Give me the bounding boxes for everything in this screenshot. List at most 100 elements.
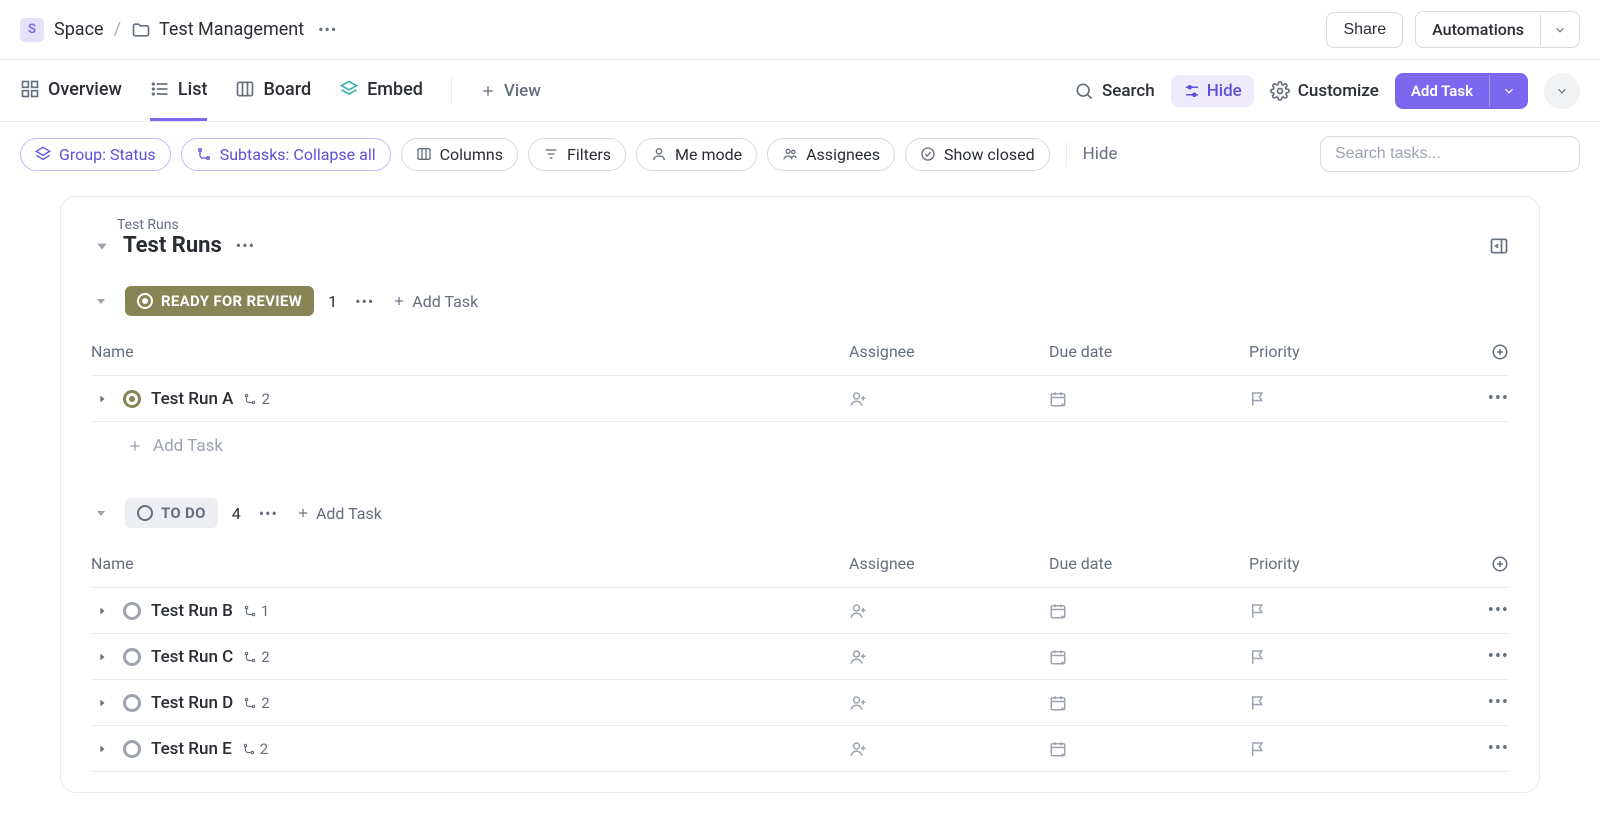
assignee-cell[interactable] — [849, 602, 1049, 620]
task-name[interactable]: Test Run C — [151, 647, 233, 667]
subtask-badge[interactable]: 2 — [243, 390, 269, 408]
tab-board[interactable]: Board — [235, 60, 311, 121]
priority-cell[interactable] — [1249, 602, 1449, 620]
task-row-menu[interactable]: ••• — [1449, 388, 1509, 409]
task-name[interactable]: Test Run D — [151, 693, 233, 713]
task-row-menu[interactable]: ••• — [1449, 646, 1509, 667]
more-actions-button[interactable] — [1544, 73, 1580, 109]
task-expand-toggle[interactable] — [91, 394, 113, 404]
task-row-menu[interactable]: ••• — [1449, 692, 1509, 713]
chevron-down-icon[interactable] — [1489, 75, 1528, 107]
due-date-cell[interactable] — [1049, 390, 1249, 408]
add-column-button[interactable] — [1449, 555, 1509, 573]
column-assignee[interactable]: Assignee — [849, 554, 1049, 573]
assignee-cell[interactable] — [849, 390, 1049, 408]
task-status-dot[interactable] — [123, 740, 141, 758]
chip-group-status-label: Group: Status — [59, 145, 156, 164]
tab-embed[interactable]: Embed — [339, 60, 423, 121]
task-search[interactable] — [1320, 136, 1580, 172]
hide-link[interactable]: Hide — [1083, 144, 1118, 164]
breadcrumb-folder[interactable]: Test Management — [131, 19, 304, 40]
task-search-input[interactable] — [1335, 145, 1565, 163]
group-add-task[interactable]: Add Task — [296, 504, 382, 523]
automations-button[interactable]: Automations — [1415, 11, 1580, 48]
task-expand-toggle[interactable] — [91, 698, 113, 708]
task-expand-toggle[interactable] — [91, 606, 113, 616]
share-button[interactable]: Share — [1326, 12, 1403, 48]
priority-cell[interactable] — [1249, 390, 1449, 408]
task-name[interactable]: Test Run B — [151, 601, 233, 621]
column-name[interactable]: Name — [91, 342, 849, 361]
due-date-cell[interactable] — [1049, 694, 1249, 712]
due-date-cell[interactable] — [1049, 648, 1249, 666]
chip-subtasks[interactable]: Subtasks: Collapse all — [181, 138, 391, 171]
group-collapse-toggle[interactable] — [91, 503, 111, 523]
status-pill[interactable]: TO DO — [125, 498, 218, 528]
group-add-task[interactable]: Add Task — [392, 292, 478, 311]
list-collapse-toggle[interactable] — [91, 235, 113, 257]
task-row: Test Run A 2 ••• — [91, 376, 1509, 422]
columns-icon — [416, 146, 432, 162]
customize-button[interactable]: Customize — [1270, 81, 1379, 101]
person-icon — [651, 146, 667, 162]
column-name[interactable]: Name — [91, 554, 849, 573]
group-more-icon[interactable]: ••• — [255, 504, 282, 523]
task-name[interactable]: Test Run E — [151, 739, 232, 759]
subtask-badge[interactable]: 2 — [242, 740, 268, 758]
task-status-dot[interactable] — [123, 694, 141, 712]
add-task-button-label: Add Task — [1395, 73, 1489, 109]
space-badge[interactable]: S — [20, 18, 44, 42]
group-header: READY FOR REVIEW 1 ••• Add Task — [91, 286, 1509, 316]
list-title[interactable]: Test Runs — [123, 233, 222, 258]
add-task-button[interactable]: Add Task — [1395, 73, 1528, 109]
filter-separator — [1066, 142, 1067, 166]
breadcrumb-more-icon[interactable]: ••• — [314, 20, 341, 39]
chevron-down-icon[interactable] — [1540, 15, 1579, 45]
list-more-icon[interactable]: ••• — [232, 236, 259, 255]
column-assignee[interactable]: Assignee — [849, 342, 1049, 361]
tab-list[interactable]: List — [150, 60, 208, 121]
list-breadcrumb[interactable]: Test Runs — [117, 217, 1509, 233]
group-more-icon[interactable]: ••• — [351, 292, 378, 311]
subtask-badge[interactable]: 2 — [243, 648, 269, 666]
expand-panel-button[interactable] — [1489, 236, 1509, 256]
tab-overview-label: Overview — [48, 79, 122, 100]
task-expand-toggle[interactable] — [91, 652, 113, 662]
add-task-row[interactable]: Add Task — [127, 422, 1509, 470]
task-status-dot[interactable] — [123, 390, 141, 408]
chip-assignees[interactable]: Assignees — [767, 138, 895, 171]
add-column-button[interactable] — [1449, 343, 1509, 361]
task-status-dot[interactable] — [123, 648, 141, 666]
task-expand-toggle[interactable] — [91, 744, 113, 754]
column-priority[interactable]: Priority — [1249, 342, 1449, 361]
chip-show-closed[interactable]: Show closed — [905, 138, 1050, 171]
task-status-dot[interactable] — [123, 602, 141, 620]
add-view-button[interactable]: View — [480, 81, 541, 101]
priority-cell[interactable] — [1249, 740, 1449, 758]
assignee-cell[interactable] — [849, 648, 1049, 666]
priority-cell[interactable] — [1249, 648, 1449, 666]
assignee-cell[interactable] — [849, 740, 1049, 758]
chip-filters[interactable]: Filters — [528, 138, 626, 171]
chip-me-mode[interactable]: Me mode — [636, 138, 757, 171]
column-due[interactable]: Due date — [1049, 342, 1249, 361]
due-date-cell[interactable] — [1049, 740, 1249, 758]
breadcrumb-space[interactable]: Space — [54, 19, 104, 40]
subtask-badge[interactable]: 2 — [243, 694, 269, 712]
tab-overview[interactable]: Overview — [20, 60, 122, 121]
due-date-cell[interactable] — [1049, 602, 1249, 620]
search-button[interactable]: Search — [1074, 81, 1155, 101]
task-row-menu[interactable]: ••• — [1449, 600, 1509, 621]
chip-columns[interactable]: Columns — [401, 138, 518, 171]
column-priority[interactable]: Priority — [1249, 554, 1449, 573]
chip-group-status[interactable]: Group: Status — [20, 138, 171, 171]
task-row-menu[interactable]: ••• — [1449, 738, 1509, 759]
assignee-cell[interactable] — [849, 694, 1049, 712]
subtask-badge[interactable]: 1 — [243, 602, 269, 620]
priority-cell[interactable] — [1249, 694, 1449, 712]
column-due[interactable]: Due date — [1049, 554, 1249, 573]
hide-toggle[interactable]: Hide — [1171, 75, 1254, 107]
status-pill[interactable]: READY FOR REVIEW — [125, 286, 314, 316]
task-name[interactable]: Test Run A — [151, 389, 233, 409]
group-collapse-toggle[interactable] — [91, 291, 111, 311]
